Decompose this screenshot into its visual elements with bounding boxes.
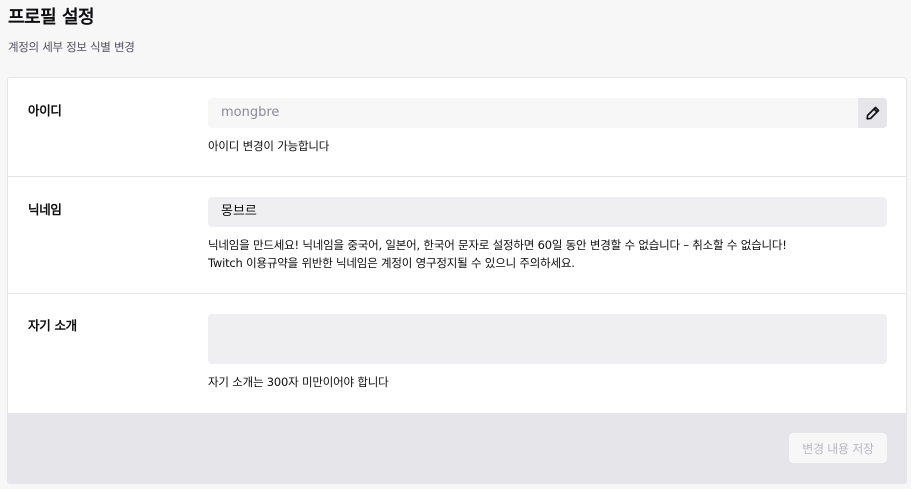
username-row: 아이디 mongbre 아이디 변경이 가능합니다 (8, 78, 906, 177)
nickname-input[interactable]: 몽브르 (208, 197, 887, 227)
settings-footer: 변경 내용 저장 (8, 413, 906, 483)
profile-settings-card: 아이디 mongbre 아이디 변경이 가능합니다 닉네임 몽브르 닉네임을 만… (7, 77, 907, 484)
username-label: 아이디 (28, 103, 62, 118)
pencil-icon (865, 106, 879, 120)
nickname-label: 닉네임 (28, 202, 62, 217)
nickname-help-line-2: Twitch 이용규약을 위반한 닉네임은 계정이 영구정지될 수 있으니 주의… (208, 256, 575, 270)
username-help-text: 아이디 변경이 가능합니다 (208, 139, 330, 153)
bio-help-text: 자기 소개는 300자 미만이어야 합니다 (208, 375, 389, 389)
bio-textarea[interactable] (208, 314, 887, 364)
edit-username-button[interactable] (858, 98, 887, 128)
page-header: 프로필 설정 (8, 6, 95, 30)
nickname-row: 닉네임 몽브르 닉네임을 만드세요! 닉네임을 중국어, 일본어, 한국어 문자… (8, 177, 906, 294)
page-title: 프로필 설정 (8, 7, 95, 28)
page-subtitle: 계정의 세부 정보 식별 변경 (8, 40, 135, 54)
bio-row: 자기 소개 자기 소개는 300자 미만이어야 합니다 (8, 294, 906, 413)
nickname-help-line-1: 닉네임을 만드세요! 닉네임을 중국어, 일본어, 한국어 문자로 설정하면 6… (208, 238, 787, 252)
username-field: mongbre (208, 98, 858, 128)
bio-label: 자기 소개 (28, 318, 77, 333)
save-changes-button[interactable]: 변경 내용 저장 (789, 433, 887, 463)
